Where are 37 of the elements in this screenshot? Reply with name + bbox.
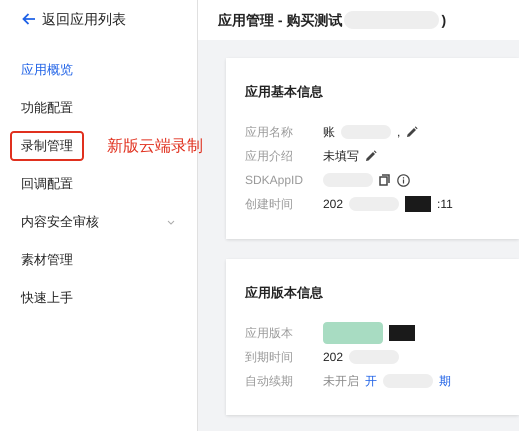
redaction-blot <box>389 324 415 340</box>
redaction-blot <box>323 322 383 344</box>
field-label: 到期时间 <box>245 348 294 366</box>
sidebar-item[interactable]: 录制管理 <box>10 131 84 161</box>
redaction-blot <box>405 196 432 212</box>
copy-icon[interactable] <box>379 174 391 186</box>
field-label: SDKAppID <box>245 172 304 189</box>
card-title: 应用版本信息 <box>245 284 324 302</box>
sidebar-item[interactable]: 快速上手 <box>10 283 84 313</box>
page-title: 应用管理 - 购买测试 <box>218 10 342 30</box>
arrow-left-icon <box>22 13 36 25</box>
field-value: 账 <box>323 124 335 141</box>
field-value: 未填写 <box>323 148 359 165</box>
pencil-icon[interactable] <box>406 126 418 138</box>
sidebar-item[interactable]: 内容安全审核 <box>10 207 110 237</box>
field-label: 创建时间 <box>245 196 294 213</box>
annotation: 新版云端录制 <box>107 136 203 157</box>
field-value: 202 <box>323 348 344 366</box>
back-link[interactable]: 返回应用列表 <box>0 0 197 38</box>
field-value: , <box>397 124 400 141</box>
field-value: :11 <box>437 196 453 213</box>
field-label: 应用名称 <box>245 124 294 141</box>
sidebar-item[interactable]: 回调配置 <box>10 169 84 199</box>
field-value: 202 <box>323 196 344 213</box>
field-label: 应用介绍 <box>245 148 294 165</box>
field-label: 自动续期 <box>245 372 294 390</box>
sidebar-item[interactable]: 功能配置 <box>10 93 84 123</box>
link[interactable]: 开 <box>365 372 377 390</box>
card-title: 应用基本信息 <box>245 83 324 101</box>
info-icon[interactable] <box>397 174 410 186</box>
field-value: 未开启 <box>323 372 359 390</box>
field-label: 应用版本 <box>245 324 294 342</box>
sidebar-item[interactable]: 素材管理 <box>10 245 84 275</box>
sidebar-item[interactable]: 应用概览 <box>10 55 84 85</box>
pencil-icon[interactable] <box>365 150 377 162</box>
link[interactable]: 期 <box>439 372 451 390</box>
page-title: ) <box>441 10 446 30</box>
